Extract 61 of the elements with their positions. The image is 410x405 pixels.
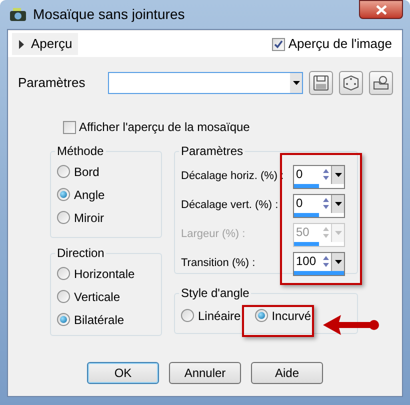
level-bar[interactable] (294, 212, 319, 216)
number-spinner[interactable]: 0 (293, 194, 345, 218)
level-bar[interactable] (294, 184, 319, 188)
radio-button[interactable] (57, 290, 70, 303)
group-title: Direction (56, 245, 106, 262)
caret-icon (334, 230, 342, 234)
preview-toggle[interactable]: Aperçu (12, 33, 78, 55)
caret-icon (334, 260, 342, 264)
caret-icon (334, 202, 342, 206)
radio-button[interactable] (57, 313, 70, 326)
radio-label: Verticale (74, 288, 120, 306)
spinner-value: 100 (295, 252, 318, 270)
dropdown-button[interactable] (331, 252, 344, 270)
caret-icon (292, 81, 300, 85)
group-title: Paramètres (180, 143, 244, 160)
dialog-button[interactable]: Annuler (169, 362, 241, 384)
spinner-value: 0 (295, 166, 304, 182)
radio-label: Miroir (74, 210, 104, 226)
radio-button[interactable] (254, 309, 268, 322)
group-title: Méthode (56, 143, 105, 160)
group-title: Style d'angle (180, 285, 250, 302)
radio-button[interactable] (181, 309, 194, 322)
checkbox-label: Afficher l'aperçu de la mosaïque (79, 119, 250, 136)
radio-label: Horizontale (74, 266, 135, 282)
dropdown-button[interactable] (331, 166, 344, 184)
number-spinner[interactable]: 100 (293, 252, 345, 276)
reset-button[interactable] (369, 71, 393, 95)
radio-label: Incurvé (272, 308, 312, 324)
presets-label: Paramètres (17, 74, 86, 92)
radio-button[interactable] (57, 188, 70, 201)
expand-arrow-icon (18, 40, 25, 48)
checkbox[interactable] (272, 38, 286, 50)
radio-button[interactable] (57, 267, 70, 280)
radio-label: Angle (74, 186, 105, 204)
checkbox-label: Aperçu de l'image (288, 35, 392, 54)
spinner-value: 0 (295, 194, 304, 212)
dialog-button[interactable]: OK (87, 362, 159, 384)
window-title: Mosaïque sans jointures (33, 5, 185, 24)
close-button[interactable] (359, 0, 403, 19)
spinner-value: 50 (295, 224, 310, 240)
highlight-frame (242, 305, 314, 337)
save-button[interactable] (309, 71, 333, 95)
randomize-button[interactable] (339, 71, 363, 95)
arrow-icon (323, 313, 381, 337)
checkbox[interactable] (63, 120, 76, 134)
radio-label: Linéaire (198, 308, 241, 324)
radio-button[interactable] (57, 211, 70, 224)
presets-dropdown[interactable] (108, 72, 303, 94)
camera-icon (9, 8, 27, 22)
dialog-button[interactable]: Aide (251, 362, 323, 384)
radio-button[interactable] (57, 165, 70, 178)
field-label: Largeur (%) : (181, 227, 246, 242)
field-label: Transition (%) : (181, 256, 256, 272)
dropdown-button[interactable] (331, 194, 344, 212)
radio-label: Bord (74, 164, 100, 180)
field-label: Décalage vert. (%) : (181, 198, 280, 214)
caret-icon (334, 172, 342, 176)
radio-label: Bilatérale (74, 312, 124, 328)
dice-icon (343, 75, 359, 91)
close-icon (376, 4, 386, 14)
number-spinner[interactable]: 0 (293, 164, 345, 188)
